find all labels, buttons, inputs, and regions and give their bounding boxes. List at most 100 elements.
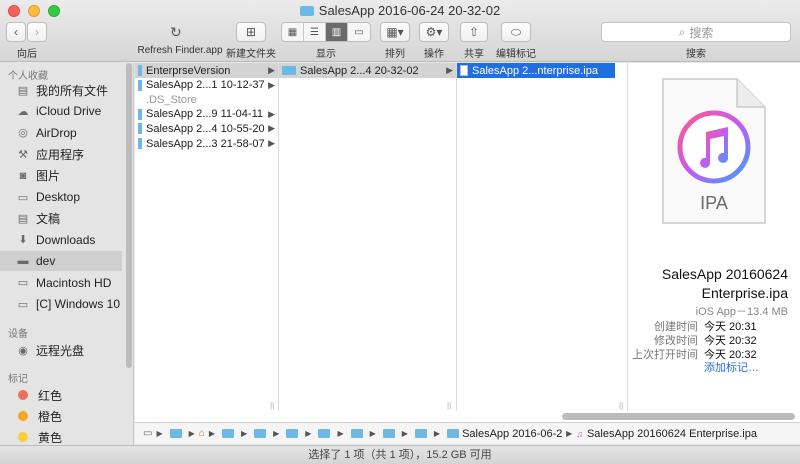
sidebar-item[interactable]: ⚒ 应用程序	[0, 144, 122, 164]
search-input[interactable]: ⌕ 搜索	[601, 22, 791, 42]
list-item[interactable]: SalesApp 2...nterprise.ipa	[457, 63, 615, 78]
list-item-label: EnterprseVersion	[146, 64, 231, 77]
column-view-icon[interactable]: ▥	[326, 23, 348, 41]
sidebar-item[interactable]: ▤ 文稿	[0, 208, 122, 228]
list-view-icon[interactable]: ☰	[304, 23, 326, 41]
list-item[interactable]: SalesApp 2...1 10-12-37 ▶	[135, 78, 278, 93]
downloads-icon: ⬇	[18, 234, 28, 247]
sidebar-scrollbar[interactable]	[126, 63, 132, 368]
sidebar-tag-item[interactable]: 橙色	[0, 406, 122, 426]
folder-icon: ▬	[17, 255, 29, 268]
folder-icon[interactable]	[350, 429, 363, 438]
list-item-label: SalesApp 2...9 11-04-11	[146, 108, 264, 121]
share-button[interactable]: ⇧	[460, 22, 488, 42]
add-tags-link[interactable]: 添加标记…	[704, 359, 759, 375]
tag-color-dot	[18, 390, 28, 400]
column-2: SalesApp 2...4 20-32-02 ▶	[279, 63, 457, 411]
sidebar-item-label: Desktop	[36, 190, 81, 204]
sidebar-item[interactable]: ▭ Macintosh HD	[0, 273, 122, 293]
sidebar-item-label: 远程光盘	[36, 343, 85, 358]
list-item[interactable]: SalesApp 2...4 20-32-02 ▶	[279, 63, 456, 78]
sidebar-item-label: [C] Windows 10	[36, 297, 121, 311]
sidebar-item[interactable]: ◙ 图片	[0, 166, 122, 186]
folder-icon[interactable]	[414, 429, 427, 438]
gallery-view-icon[interactable]: ▭	[348, 23, 370, 41]
column-resize-handle[interactable]: ||	[270, 401, 274, 410]
tag-color-dot	[18, 432, 28, 442]
chevron-right-icon: ▶	[268, 65, 275, 75]
folder-icon[interactable]	[318, 429, 331, 438]
chevron-right-icon: ▶	[268, 79, 275, 90]
sidebar-item[interactable]: ⬇ Downloads	[0, 230, 122, 250]
list-item[interactable]: SalesApp 2...9 11-04-11 ▶	[135, 107, 278, 122]
path-segment-folder[interactable]: SalesApp 2016-06-24 20-32-02	[462, 428, 562, 440]
column-browser: EnterprseVersion ▶ SalesApp 2...1 10-12-37…	[135, 63, 800, 422]
applications-icon: ⚒	[18, 148, 28, 161]
path-bar: ▭ ▶ ▶ ⌂ ▶ ▶ ▶ ▶ ▶ ▶ ▶ ▶ SalesApp 2016-06-2…	[135, 422, 800, 444]
sidebar-tag-item[interactable]: 黄色	[0, 427, 122, 447]
list-item[interactable]: SalesApp 2...3 21-58-07 ▶	[135, 136, 278, 151]
sidebar-item[interactable]: ▬ dev	[0, 251, 122, 272]
list-item[interactable]: SalesApp 2...4 10-55-20 ▶	[135, 121, 278, 136]
horizontal-scrollbar[interactable]	[562, 413, 795, 420]
share-icon: ⇧	[468, 25, 480, 39]
list-item-label: SalesApp 2...nterprise.ipa	[472, 64, 598, 77]
disk-icon[interactable]: ▭	[143, 428, 152, 439]
camera-icon: ◙	[19, 169, 27, 182]
chevron-right-icon: ›	[35, 25, 39, 39]
preview-file-name: SalesApp 20160624	[661, 266, 788, 282]
tags-button[interactable]: ⬭	[501, 22, 531, 42]
sidebar-item[interactable]: ☁ iCloud Drive	[0, 101, 122, 121]
all-files-icon: ▤	[17, 84, 29, 97]
sidebar-item-label: 我的所有文件	[36, 83, 109, 98]
tag-icon: ⬭	[510, 24, 522, 39]
folder-icon[interactable]	[169, 429, 182, 438]
refresh-icon[interactable]: ↻	[170, 24, 182, 41]
sidebar-tag-item[interactable]: 红色	[0, 385, 122, 405]
icon-view-icon[interactable]: ▦	[282, 23, 304, 41]
home-icon[interactable]: ⌂	[199, 428, 205, 439]
sidebar: 个人收藏 设备 标记 ▤ 我的所有文件 ☁ iCloud Drive ◎ AirDrop ⚒…	[0, 63, 134, 446]
preview-file-name-2: Enterprise.ipa	[701, 285, 788, 301]
sidebar-header-tags: 标记	[8, 374, 28, 385]
view-mode-control[interactable]: ▦ ☰ ▥ ▭	[281, 22, 371, 42]
sidebar-item[interactable]: ◉ 远程光盘	[0, 340, 122, 360]
sidebar-item[interactable]: ▤ 我的所有文件	[0, 80, 122, 100]
folder-icon[interactable]	[382, 429, 395, 438]
action-button[interactable]: ⚙▾	[419, 22, 449, 42]
folder-icon	[138, 108, 142, 120]
disk-icon: ▭	[17, 277, 29, 290]
sidebar-item[interactable]: ▭ Desktop	[0, 187, 122, 207]
ipa-icon[interactable]: ♫	[576, 429, 583, 439]
folder-icon[interactable]	[254, 429, 267, 438]
sidebar-item[interactable]: ◎ AirDrop	[0, 123, 122, 143]
folder-icon	[299, 6, 314, 16]
chevron-right-icon: ▶	[268, 123, 275, 134]
desktop-icon: ▭	[17, 191, 29, 204]
sidebar-item-label: iCloud Drive	[36, 104, 102, 119]
folder-icon[interactable]	[221, 429, 234, 438]
search-icon: ⌕	[678, 24, 686, 39]
folder-icon[interactable]	[286, 429, 299, 438]
forward-button[interactable]: ›	[27, 22, 47, 42]
back-button[interactable]: ‹	[6, 22, 26, 42]
arrange-button[interactable]: ▦▾	[380, 22, 410, 42]
airdrop-icon: ◎	[18, 127, 28, 140]
column-resize-handle[interactable]: ||	[447, 401, 451, 410]
tags-label: 编辑标记	[496, 49, 536, 60]
list-item[interactable]: .DS_Store	[135, 92, 278, 107]
list-item-label: SalesApp 2...1 10-12-37	[146, 79, 265, 92]
chevron-right-icon: ▶	[268, 138, 275, 148]
folder-icon[interactable]	[447, 429, 460, 438]
path-segment-file[interactable]: SalesApp 20160624 Enterprise.ipa	[587, 428, 757, 440]
new-folder-button[interactable]: ⊞	[236, 22, 266, 42]
new-folder-icon: ⊞	[245, 25, 257, 39]
chevron-right-icon: ▶	[446, 65, 453, 75]
sidebar-item[interactable]: ▭ [C] Windows 10	[0, 294, 122, 314]
last-opened-label: 上次打开时间	[632, 349, 698, 361]
list-item[interactable]: EnterprseVersion ▶	[135, 63, 278, 78]
column-resize-handle[interactable]: ||	[619, 401, 623, 410]
arrange-icon: ▦▾	[386, 25, 404, 39]
column-1: EnterprseVersion ▶ SalesApp 2...1 10-12-37…	[135, 63, 279, 411]
disk-icon: ▭	[17, 298, 29, 311]
